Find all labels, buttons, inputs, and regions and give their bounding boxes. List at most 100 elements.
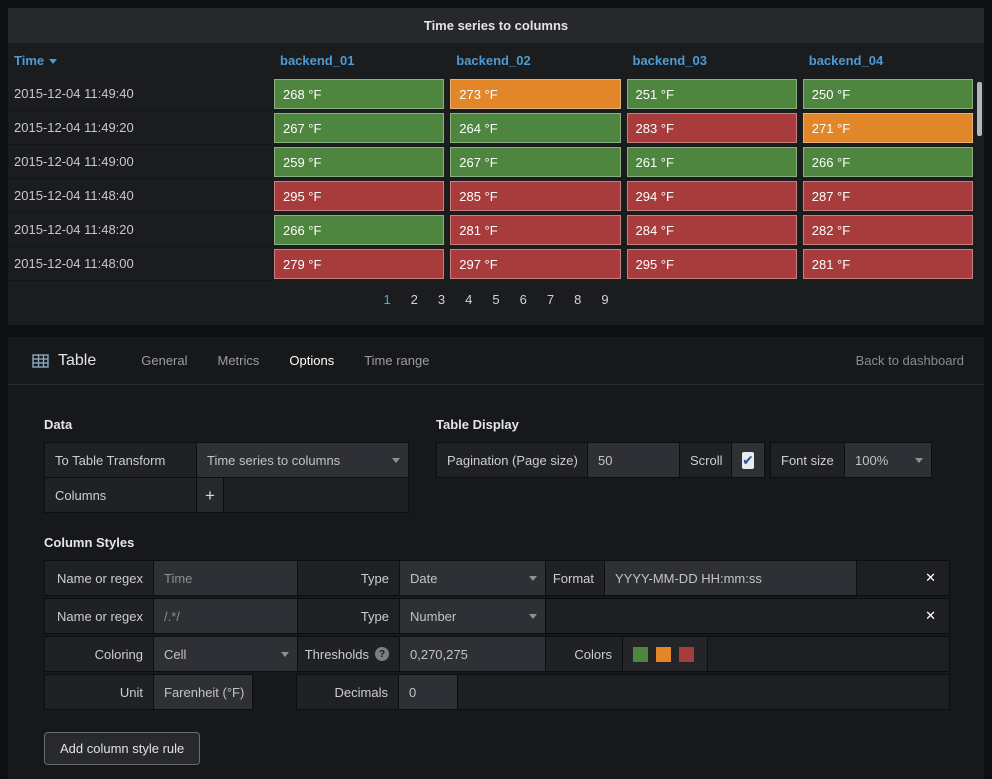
time-cell: 2015-12-04 11:48:40 [8,179,272,213]
chevron-down-icon [392,458,400,463]
rule-row-filler [856,560,950,596]
time-cell: 2015-12-04 11:49:40 [8,77,272,111]
page-button[interactable]: 7 [537,290,564,309]
value-cell: 295 °F [625,247,801,281]
threshold-color-swatch[interactable] [656,646,671,662]
colored-cell: 279 °F [274,249,445,279]
remove-style-icon[interactable] [925,608,936,624]
threshold-color-swatch[interactable] [679,646,694,662]
page-button[interactable]: 3 [428,290,455,309]
colored-cell: 268 °F [274,79,445,109]
type-label: Type [297,598,400,634]
editor-tabbar: Table General Metrics Options Time range Ba… [8,337,984,385]
colored-cell: 264 °F [450,113,621,143]
type-select[interactable]: Date [399,560,546,596]
remove-style-icon[interactable] [925,570,936,586]
name-or-regex-input[interactable] [153,598,298,634]
scroll-label: Scroll [679,442,732,478]
time-cell: 2015-12-04 11:48:00 [8,247,272,281]
panel-editor: Table General Metrics Options Time range Ba… [8,337,984,779]
tab-metrics[interactable]: Metrics [203,345,275,376]
value-cell: 266 °F [272,213,448,247]
colored-cell: 267 °F [274,113,445,143]
page-button[interactable]: 6 [510,290,537,309]
colored-cell: 273 °F [450,79,621,109]
decimals-input[interactable] [398,674,458,710]
font-size-label: Font size [770,442,845,478]
table-scrollbar[interactable] [977,82,982,136]
thresholds-input[interactable] [399,636,546,672]
column-header[interactable]: backend_02 [448,43,624,77]
name-or-regex-input[interactable] [153,560,298,596]
date-format-input[interactable] [604,560,857,596]
data-table: Time backend_01 backend_02 backend_03 backe… [8,43,977,281]
type-select[interactable]: Number [399,598,546,634]
pagination-size-input[interactable] [587,442,680,478]
page-button[interactable]: 1 [373,290,400,309]
pagination-size-label: Pagination (Page size) [436,442,588,478]
table-row: 2015-12-04 11:48:00 279 °F 297 °F 295 °F 281… [8,247,977,281]
colored-cell: 259 °F [274,147,445,177]
add-column-style-rule-button[interactable]: Add column style rule [44,732,201,765]
table-panel-icon [32,353,49,368]
unit-select[interactable]: Farenheit (°F) [153,674,253,710]
tab-time-range[interactable]: Time range [349,345,444,376]
column-styles-heading: Column Styles [44,535,135,550]
editor-tabs: General Metrics Options Time range [126,345,444,376]
add-column-button[interactable] [196,477,224,513]
colored-cell: 261 °F [626,147,797,177]
table-row: 2015-12-04 11:48:20 266 °F 281 °F 284 °F 282… [8,213,977,247]
colored-cell: 295 °F [626,249,797,279]
time-cell: 2015-12-04 11:49:00 [8,145,272,179]
value-cell: 267 °F [448,145,624,179]
data-section-heading: Data [44,417,73,432]
type-select-value: Number [410,608,457,624]
scroll-checkbox[interactable] [742,451,754,469]
value-cell: 282 °F [801,213,977,247]
table-row: 2015-12-04 11:49:20 267 °F 264 °F 283 °F 271… [8,111,977,145]
value-cell: 261 °F [625,145,801,179]
table-display-section: Table Display Pagination (Page size) Scr… [436,401,950,513]
font-size-select[interactable]: 100% [844,442,932,478]
colored-cell: 297 °F [450,249,621,279]
rule-row-filler [457,674,950,710]
column-header-time[interactable]: Time [8,43,272,77]
column-header[interactable]: backend_03 [625,43,801,77]
value-cell: 295 °F [272,179,448,213]
back-to-dashboard-link[interactable]: Back to dashboard [856,353,964,368]
chevron-down-icon [529,614,537,619]
page-button[interactable]: 5 [482,290,509,309]
page-button[interactable]: 2 [401,290,428,309]
panel-title[interactable]: Time series to columns [8,8,984,43]
colored-cell: 271 °F [802,113,973,143]
chevron-down-icon [915,458,923,463]
tab-options[interactable]: Options [274,345,349,376]
colored-cell: 267 °F [450,147,621,177]
value-cell: 284 °F [625,213,801,247]
value-cell: 297 °F [448,247,624,281]
name-or-regex-label: Name or regex [44,598,154,634]
time-cell: 2015-12-04 11:48:20 [8,213,272,247]
page-button[interactable]: 9 [591,290,618,309]
help-icon[interactable] [375,647,389,661]
colored-cell: 284 °F [626,215,797,245]
colored-cell: 285 °F [450,181,621,211]
type-select-value: Date [410,570,438,586]
tab-general[interactable]: General [126,345,202,376]
colored-cell: 295 °F [274,181,445,211]
to-table-transform-label: To Table Transform [44,442,197,478]
coloring-select[interactable]: Cell [153,636,298,672]
value-cell: 267 °F [272,111,448,145]
type-label: Type [297,560,400,596]
column-header[interactable]: backend_04 [801,43,977,77]
value-cell: 281 °F [801,247,977,281]
threshold-color-swatch[interactable] [633,646,648,662]
value-cell: 259 °F [272,145,448,179]
transform-select[interactable]: Time series to columns [196,442,409,478]
page-button[interactable]: 4 [455,290,482,309]
transform-select-value: Time series to columns [207,452,341,468]
value-cell: 281 °F [448,213,624,247]
column-header[interactable]: backend_01 [272,43,448,77]
page-button[interactable]: 8 [564,290,591,309]
